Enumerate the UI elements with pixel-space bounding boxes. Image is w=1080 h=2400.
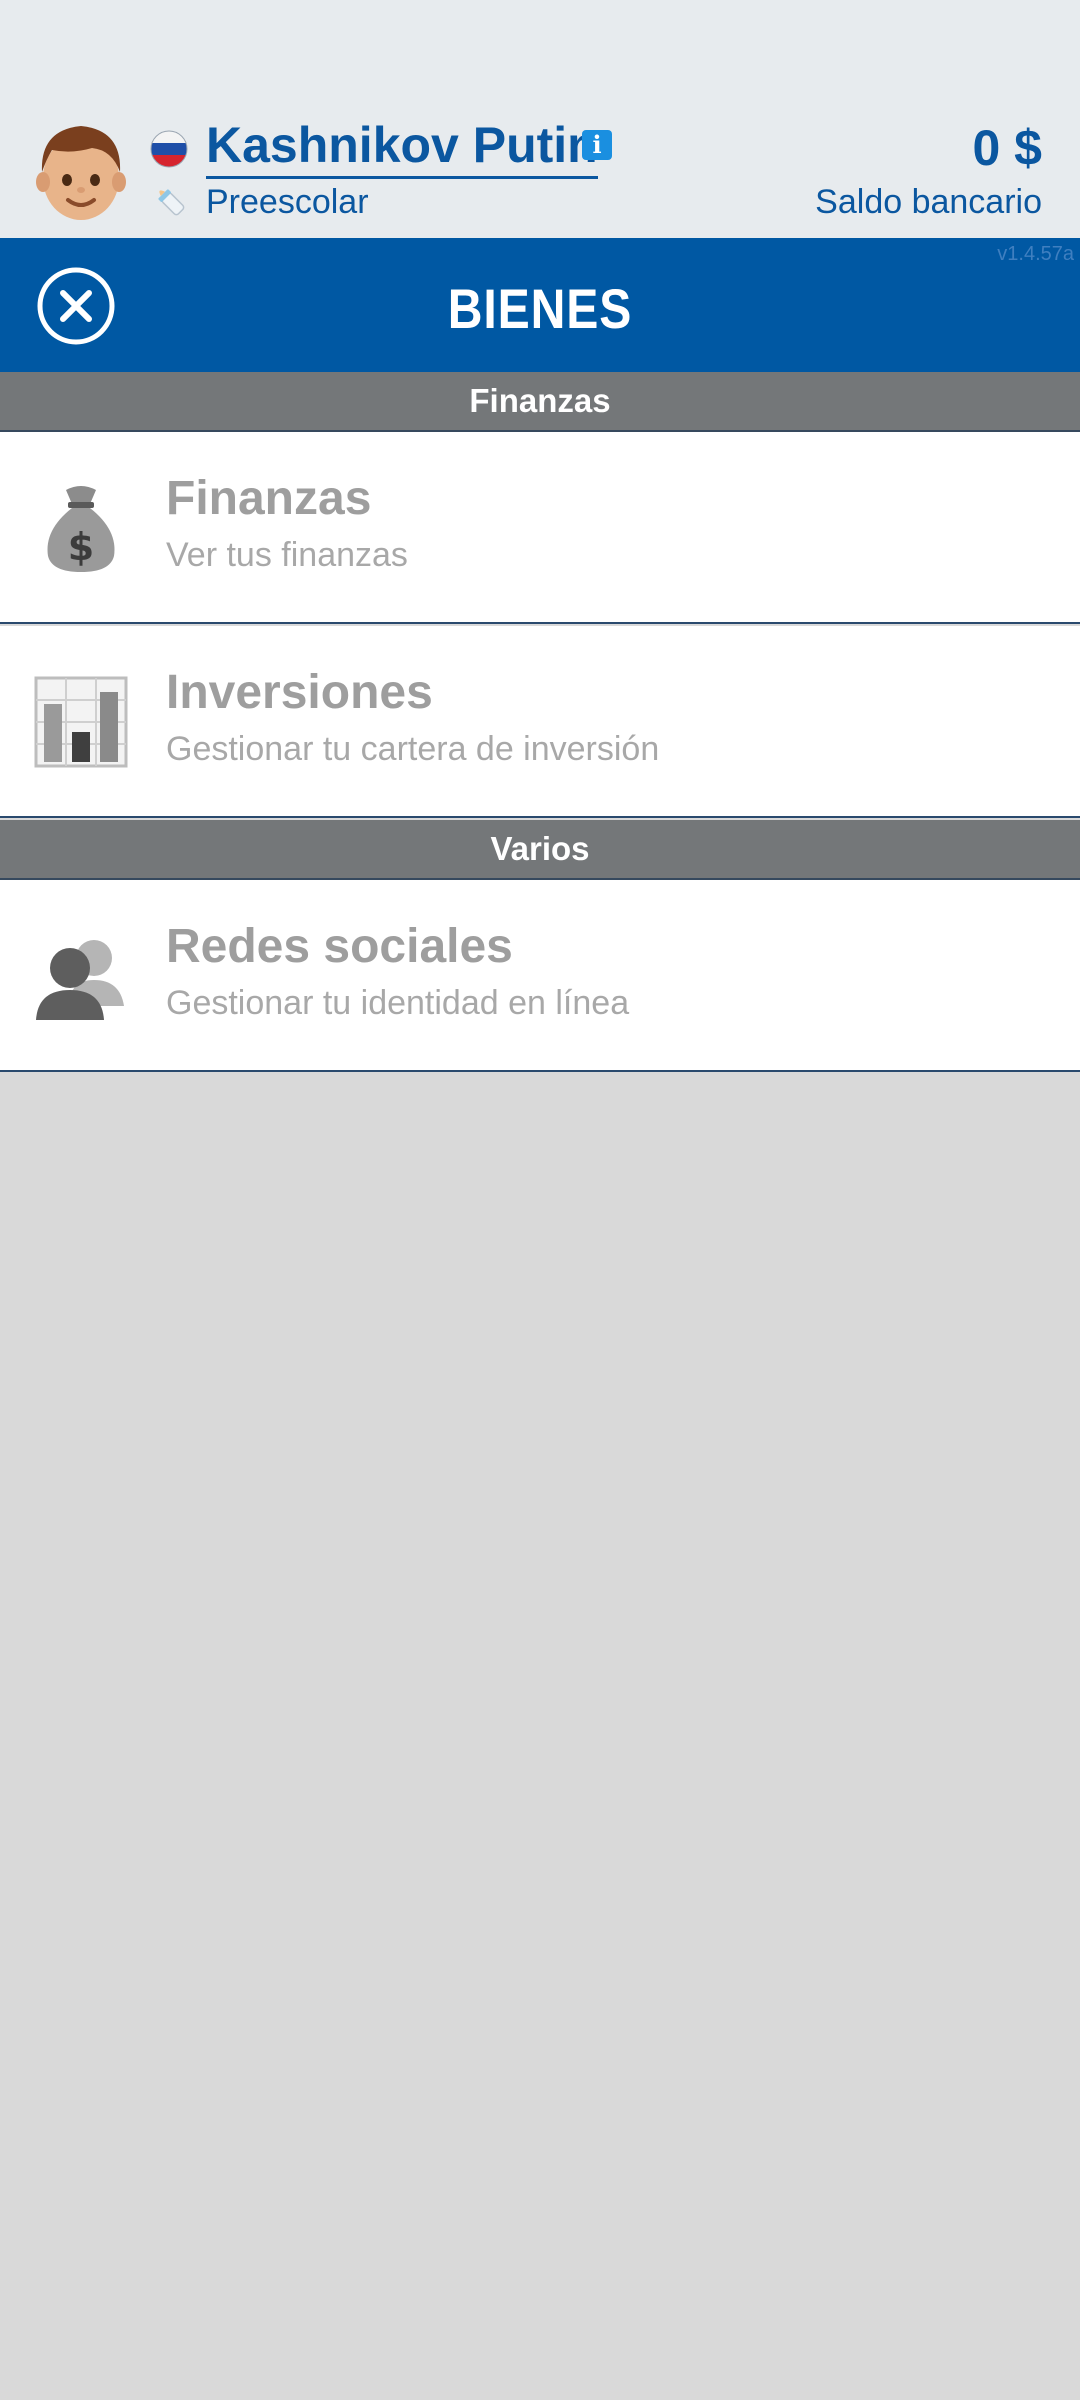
bar-chart-icon [34,676,128,768]
money-bag-icon: $ [47,486,115,572]
baby-bottle-icon [158,189,185,216]
list-item-title: Redes sociales [166,920,513,973]
list-item-subtitle: Ver tus finanzas [166,536,408,574]
russia-flag-icon [150,130,188,168]
list-item-subtitle: Gestionar tu cartera de inversión [166,730,660,768]
life-stage-label: Preescolar [206,183,369,221]
page-title: BIENES [447,277,633,340]
version-label: v1.4.57a [997,243,1074,265]
avatar-icon[interactable] [32,120,130,224]
list-item-title: Finanzas [166,472,372,525]
list-item-redes-sociales[interactable]: Redes sociales Gestionar tu identidad en… [0,880,1080,1072]
bank-balance: 0 $ [972,120,1042,176]
section-header-varios: Varios [0,820,1080,880]
section-header-finanzas: Finanzas [0,372,1080,432]
empty-area [0,1074,1080,2400]
list-item-subtitle: Gestionar tu identidad en línea [166,984,630,1022]
people-icon [36,940,124,1020]
list-item-finanzas[interactable]: $ Finanzas Ver tus finanzas [0,432,1080,624]
list-item-title: Inversiones [166,666,433,719]
player-name-link[interactable]: Kashnikov Putin [206,116,598,179]
info-icon[interactable]: i [582,130,612,160]
svg-text:$: $ [68,525,94,569]
bank-balance-label: Saldo bancario [815,183,1042,221]
list-item-inversiones[interactable]: Inversiones Gestionar tu cartera de inve… [0,626,1080,818]
